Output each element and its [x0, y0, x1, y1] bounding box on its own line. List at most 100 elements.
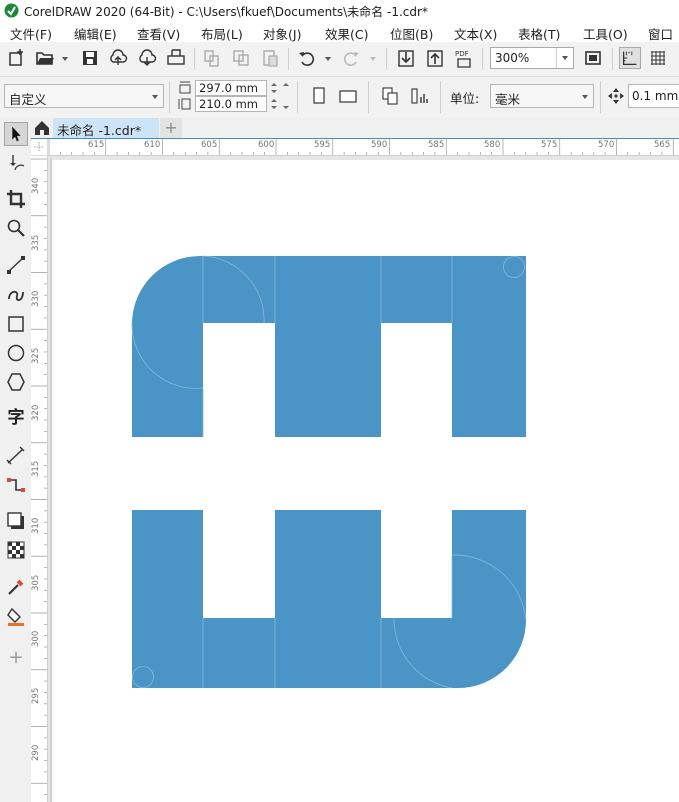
menu-bitmaps[interactable]: 位图(B)	[390, 24, 433, 43]
page-height-icon	[178, 98, 191, 110]
import-icon[interactable]	[395, 47, 417, 69]
open-dropdown-icon[interactable]	[61, 55, 69, 63]
ruler-label: 340	[31, 177, 41, 194]
new-document-icon[interactable]	[6, 47, 28, 69]
full-screen-preview-icon[interactable]	[582, 47, 604, 69]
interactive-fill-tool-icon[interactable]	[4, 604, 28, 628]
bottom-u-shape[interactable]	[132, 510, 526, 688]
menu-object[interactable]: 对象(J)	[263, 24, 301, 43]
coreldraw-logo-icon	[4, 3, 19, 18]
menu-file[interactable]: 文件(F)	[10, 24, 52, 43]
vertical-ruler[interactable]: 340 335 330 325 320 315 310 305 300 295 …	[31, 156, 48, 802]
eyedropper-tool-icon[interactable]	[4, 575, 28, 599]
units-label: 单位:	[450, 91, 480, 106]
current-page-icon[interactable]	[408, 85, 430, 107]
title-bar: CorelDRAW 2020 (64-Bit) - C:\Users\fkuef…	[0, 0, 679, 22]
show-grid-icon[interactable]	[647, 47, 669, 69]
freehand-tool-icon[interactable]	[4, 253, 28, 277]
ruler-label: 295	[31, 687, 41, 704]
portrait-orientation-icon[interactable]	[308, 85, 330, 107]
export-icon[interactable]	[424, 47, 446, 69]
menu-edit[interactable]: 编辑(E)	[74, 24, 117, 43]
vertical-ruler-ticks	[31, 158, 47, 795]
add-tab-button[interactable]: +	[160, 118, 182, 138]
toolbar-separator	[288, 48, 289, 70]
menu-tools[interactable]: 工具(O)	[583, 24, 628, 43]
redo-icon[interactable]	[340, 47, 362, 69]
shape-tool-icon[interactable]	[4, 152, 28, 176]
menu-layout[interactable]: 布局(L)	[201, 24, 243, 43]
zoom-level-value: 300%	[495, 51, 530, 65]
page-height-field[interactable]: 210.0 mm	[195, 96, 267, 112]
copy-icon[interactable]	[230, 47, 252, 69]
top-m-shape[interactable]	[132, 256, 526, 437]
horizontal-ruler-ticks	[48, 139, 674, 155]
undo-dropdown-icon[interactable]	[324, 55, 332, 63]
document-tab-label: 未命名 -1.cdr*	[57, 123, 142, 138]
page-height-spinner-icon[interactable]	[268, 96, 290, 112]
show-rulers-icon[interactable]	[619, 47, 641, 69]
menu-text[interactable]: 文本(X)	[454, 24, 497, 43]
rectangle-tool-icon[interactable]	[4, 312, 28, 336]
ruler-label: 615	[88, 140, 105, 150]
units-select[interactable]: 毫米	[490, 84, 594, 108]
page-preset-value: 自定义	[9, 92, 47, 107]
drop-shadow-tool-icon[interactable]	[4, 509, 28, 533]
pdf-label: PDF	[455, 50, 469, 58]
zoom-level-combobox[interactable]: 300%	[490, 47, 574, 69]
menu-effects[interactable]: 效果(C)	[325, 24, 368, 43]
home-icon[interactable]	[31, 118, 53, 138]
cloud-upload-icon[interactable]	[107, 47, 129, 69]
page-preset-select[interactable]: 自定义	[4, 84, 164, 108]
zoom-tool-icon[interactable]	[4, 216, 28, 240]
nudge-distance-value: 0.1 mm	[632, 89, 679, 103]
crop-tool-icon[interactable]	[4, 187, 28, 211]
save-icon[interactable]	[79, 47, 101, 69]
ruler-label: 610	[144, 140, 161, 150]
polygon-tool-icon[interactable]	[4, 370, 28, 394]
all-pages-icon[interactable]	[379, 85, 401, 107]
ruler-label: 315	[31, 460, 41, 477]
connector-tool-icon[interactable]	[4, 473, 28, 497]
artistic-media-tool-icon[interactable]	[4, 282, 28, 306]
menu-window[interactable]: 窗口	[648, 24, 673, 43]
ellipse-tool-icon[interactable]	[4, 341, 28, 365]
page-height-value: 210.0 mm	[199, 97, 258, 111]
nudge-distance-field[interactable]: 0.1 mm	[628, 84, 679, 108]
publish-pdf-icon[interactable]: PDF	[453, 47, 475, 69]
ruler-label: 605	[201, 140, 218, 150]
toolbar-separator	[612, 48, 613, 70]
redo-dropdown-icon[interactable]	[369, 55, 377, 63]
add-tool-icon[interactable]: +	[4, 646, 28, 670]
ruler-label: 310	[31, 517, 41, 534]
ruler-origin-icon	[34, 142, 44, 152]
ruler-label: 320	[31, 404, 41, 421]
menu-view[interactable]: 查看(V)	[137, 24, 180, 43]
ruler-label: 570	[598, 140, 615, 150]
open-folder-icon[interactable]	[34, 47, 56, 69]
ruler-label: 600	[258, 140, 275, 150]
horizontal-ruler[interactable]: 615 610 605 600 595 590 585 580 575 570 …	[48, 139, 679, 156]
menu-table[interactable]: 表格(T)	[518, 24, 560, 43]
nudge-distance-icon	[608, 88, 624, 104]
toolbar-separator	[600, 81, 601, 113]
document-tab[interactable]: 未命名 -1.cdr*	[53, 118, 159, 138]
cut-icon[interactable]	[201, 47, 223, 69]
ruler-origin-corner[interactable]	[31, 139, 48, 156]
ruler-label: 595	[314, 140, 331, 150]
parallel-dimension-tool-icon[interactable]	[4, 444, 28, 468]
transparency-tool-icon[interactable]	[4, 538, 28, 562]
ruler-label: 325	[31, 347, 41, 364]
undo-icon[interactable]	[296, 47, 318, 69]
page-width-field[interactable]: 297.0 mm	[195, 80, 267, 96]
text-tool-icon[interactable]: 字	[4, 406, 28, 430]
zoom-dropdown-button[interactable]	[556, 48, 574, 68]
ruler-label: 290	[31, 744, 41, 761]
pick-tool-icon[interactable]	[4, 122, 28, 146]
paste-icon[interactable]	[259, 47, 281, 69]
cloud-share-icon[interactable]	[136, 47, 158, 69]
page-width-icon	[179, 81, 191, 94]
page-width-spinner-icon[interactable]	[268, 80, 290, 96]
landscape-orientation-icon[interactable]	[337, 85, 359, 107]
print-icon[interactable]	[165, 47, 187, 69]
